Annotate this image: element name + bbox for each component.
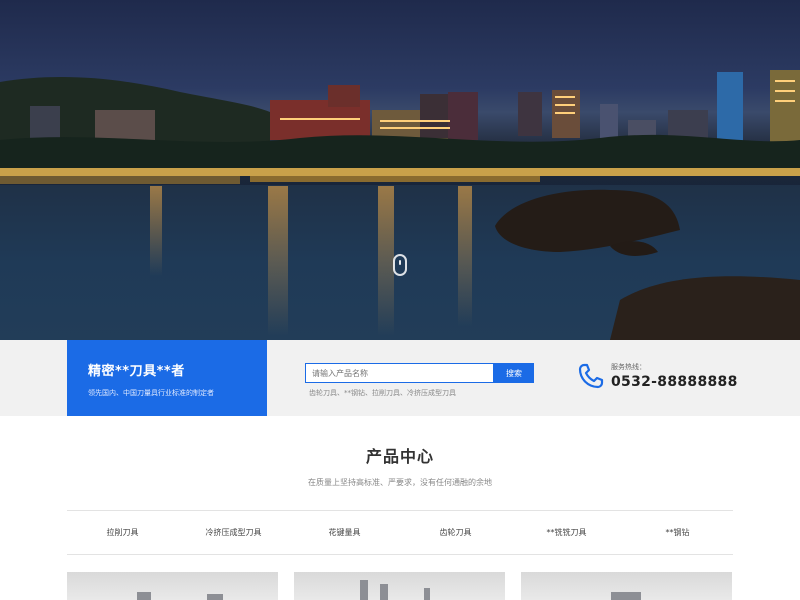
product-image: [137, 592, 151, 600]
product-image: [207, 594, 223, 600]
search-button[interactable]: 搜索: [494, 363, 534, 383]
brand-title: 精密**刀具**者: [88, 364, 185, 379]
product-center-title: 产品中心: [365, 447, 434, 466]
brand-box: 精密**刀具**者 领先国内、中国刀量具行业标准的制定者: [67, 340, 267, 416]
hero-banner: [0, 0, 800, 340]
tab-category[interactable]: **钢钻: [622, 511, 733, 554]
tab-category[interactable]: 花键量具: [289, 511, 400, 554]
product-image: [611, 592, 641, 600]
phone-icon: [578, 363, 604, 389]
product-thumbnail[interactable]: [521, 572, 732, 600]
product-image: [360, 580, 368, 600]
product-thumbnail[interactable]: [67, 572, 278, 600]
search-input[interactable]: [305, 363, 494, 383]
mouse-scroll-icon[interactable]: [393, 254, 407, 276]
hero-night-cityscape-image: [0, 70, 800, 340]
divider: [67, 554, 733, 555]
tab-category[interactable]: 冷挤压成型刀具: [178, 511, 289, 554]
product-image: [380, 584, 388, 600]
tab-category[interactable]: 拉削刀具: [67, 511, 178, 554]
product-image: [424, 588, 430, 600]
hotline-label: 服务热线：: [611, 363, 646, 371]
hotline-number: 0532-88888888: [611, 374, 738, 390]
tab-category[interactable]: 齿轮刀具: [400, 511, 511, 554]
info-bar: 精密**刀具**者 领先国内、中国刀量具行业标准的制定者 搜索 齿轮刀具、**钢…: [0, 340, 800, 416]
hot-keywords: 齿轮刀具、**钢钻、拉削刀具、冷挤压成型刀具: [309, 389, 456, 397]
product-thumbnail[interactable]: [294, 572, 505, 600]
brand-subtitle: 领先国内、中国刀量具行业标准的制定者: [88, 389, 214, 397]
category-tabs: 拉削刀具 冷挤压成型刀具 花键量具 齿轮刀具 **铣铣刀具 **钢钻: [67, 511, 733, 554]
product-center-subtitle: 在质量上坚持高标准、严要求，没有任何通融的余地: [308, 478, 492, 487]
tab-category[interactable]: **铣铣刀具: [511, 511, 622, 554]
